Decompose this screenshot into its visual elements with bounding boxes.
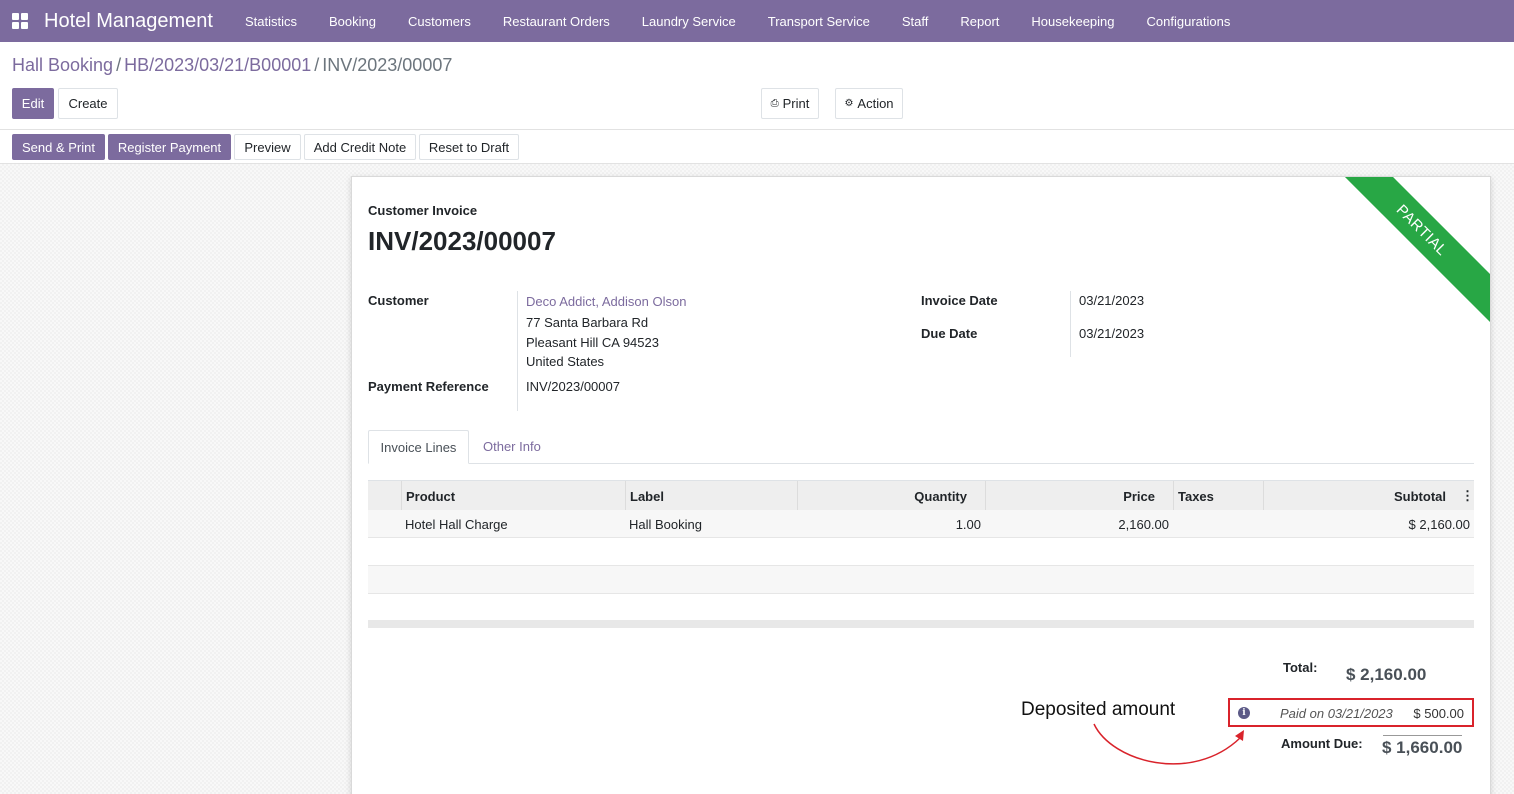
invoice-number: INV/2023/00007 [368, 226, 556, 256]
column-label[interactable]: Label [625, 481, 797, 511]
cell-product: Hotel Hall Charge [405, 516, 508, 532]
invoice-type: Customer Invoice [368, 203, 478, 218]
invoice-date-value: 03/21/2023 [1079, 293, 1145, 308]
menu-laundry-service[interactable]: Laundry Service [626, 14, 752, 29]
due-date-value: 03/21/2023 [1079, 326, 1145, 341]
address-line: 77 Santa Barbara Rd [526, 315, 649, 330]
top-navbar: Hotel Management Statistics Booking Cust… [0, 0, 1514, 42]
payment-reference-value: INV/2023/00007 [526, 379, 620, 394]
column-quantity[interactable]: Quantity [797, 481, 985, 511]
menu-housekeeping[interactable]: Housekeeping [1015, 14, 1130, 29]
column-price[interactable]: Price [985, 481, 1173, 511]
breadcrumb-separator: / [116, 55, 122, 75]
field-separator [517, 291, 518, 411]
total-label: Total: [1283, 660, 1318, 675]
vertical-dots-icon[interactable]: ⋮ [1461, 488, 1474, 504]
cell-price: 2,160.00 [1118, 516, 1169, 532]
menu-booking[interactable]: Booking [313, 14, 392, 29]
address-line: United States [526, 354, 605, 369]
register-payment-button[interactable]: Register Payment [108, 134, 231, 160]
table-row-empty [368, 594, 1474, 622]
amount-due-value: $ 1,660.00 [1382, 738, 1463, 757]
info-circle-icon[interactable]: i [1238, 707, 1250, 719]
menu-restaurant-orders[interactable]: Restaurant Orders [487, 14, 626, 29]
invoice-sheet: PARTIAL Customer Invoice INV/2023/00007 … [351, 176, 1491, 794]
menu-transport-service[interactable]: Transport Service [752, 14, 886, 29]
apps-grid-icon[interactable] [12, 13, 28, 29]
menu-configurations[interactable]: Configurations [1131, 14, 1247, 29]
tab-invoice-lines[interactable]: Invoice Lines [368, 430, 469, 464]
amount-due-label: Amount Due: [1281, 736, 1363, 751]
customer-name-link[interactable]: Deco Addict, Addison Olson [526, 294, 686, 309]
tabs-underline [368, 463, 1474, 464]
cell-taxes [1173, 510, 1181, 538]
action-label: Action [857, 96, 894, 111]
cell-subtotal: $ 2,160.00 [1408, 516, 1470, 532]
column-subtotal[interactable]: Subtotal [1263, 481, 1474, 511]
tab-other-info[interactable]: Other Info [483, 439, 541, 454]
annotation-arrow-path [1093, 723, 1241, 765]
print-label: Print [782, 96, 810, 111]
create-button[interactable]: Create [58, 88, 118, 119]
cell-label: Hall Booking [629, 516, 702, 532]
breadcrumb-current: INV/2023/00007 [322, 55, 453, 75]
menu-report[interactable]: Report [944, 14, 1015, 29]
action-button[interactable]: ⚙ Action [835, 88, 903, 119]
column-product[interactable]: Product [401, 481, 625, 511]
table-row[interactable]: Hotel Hall Charge Hall Booking 1.00 2,16… [368, 510, 1474, 538]
send-print-button[interactable]: Send & Print [12, 134, 105, 160]
menu-customers[interactable]: Customers [392, 14, 487, 29]
cell-quantity: 1.00 [955, 516, 981, 532]
paid-amount: $ 500.00 [1413, 706, 1464, 721]
table-row-empty [368, 538, 1474, 566]
printer-icon: ⎙ [770, 98, 779, 109]
reset-to-draft-button[interactable]: Reset to Draft [419, 134, 519, 160]
due-date-label: Due Date [921, 326, 978, 341]
paid-on-text: Paid on 03/21/2023 [1280, 706, 1393, 721]
breadcrumb-separator: / [314, 55, 320, 75]
breadcrumb-booking-ref[interactable]: HB/2023/03/21/B00001 [124, 55, 311, 75]
breadcrumb: Hall Booking / HB/2023/03/21/B00001/INV/20… [12, 55, 452, 76]
menu-staff[interactable]: Staff [886, 14, 945, 29]
annotation-arrow [1093, 723, 1244, 765]
gear-icon: ⚙ [844, 98, 854, 109]
annotation-label: Deposited amount [1021, 699, 1176, 720]
invoice-lines-header: Product Label Quantity Price Taxes Subto… [368, 480, 1474, 511]
table-footer [368, 620, 1474, 628]
add-credit-note-button[interactable]: Add Credit Note [304, 134, 416, 160]
breadcrumb-hall-booking[interactable]: Hall Booking [12, 55, 113, 75]
invoice-date-label: Invoice Date [921, 293, 998, 308]
payment-reference-label: Payment Reference [368, 379, 489, 394]
status-ribbon: PARTIAL [1325, 177, 1490, 327]
table-row-empty [368, 566, 1474, 594]
app-brand[interactable]: Hotel Management [44, 10, 213, 33]
total-value: $ 2,160.00 [1346, 665, 1427, 684]
handle-column [368, 481, 401, 511]
address-line: Pleasant Hill CA 94523 [526, 335, 659, 350]
print-button[interactable]: ⎙ Print [761, 88, 819, 119]
field-separator [1070, 291, 1071, 357]
column-taxes[interactable]: Taxes [1173, 481, 1263, 511]
due-separator [1383, 735, 1462, 736]
menu-statistics[interactable]: Statistics [229, 14, 313, 29]
preview-button[interactable]: Preview [234, 134, 301, 160]
payment-line: i Paid on 03/21/2023 $ 500.00 [1228, 698, 1474, 727]
divider [0, 129, 1514, 130]
edit-button[interactable]: Edit [12, 88, 54, 119]
customer-label: Customer [368, 293, 429, 308]
